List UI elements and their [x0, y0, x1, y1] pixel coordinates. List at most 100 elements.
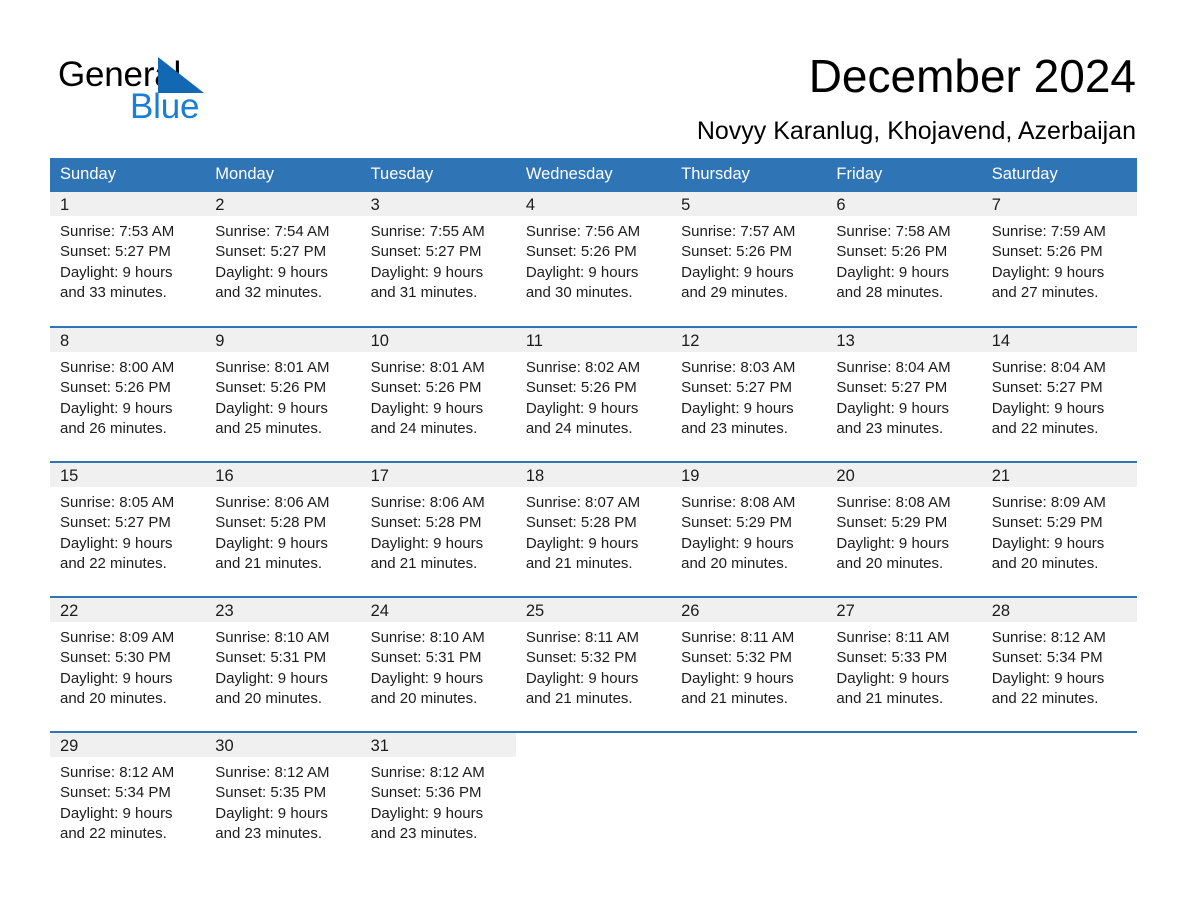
day-cell[interactable]: 12 Sunrise: 8:03 AM Sunset: 5:27 PM Dayligh…: [671, 328, 827, 461]
day-cell-empty: [826, 733, 982, 866]
day-details: Sunrise: 7:55 AM Sunset: 5:27 PM Daylight:…: [361, 216, 516, 303]
day-cell[interactable]: 18 Sunrise: 8:07 AM Sunset: 5:28 PM Dayligh…: [515, 463, 672, 596]
day-cell[interactable]: 14 Sunrise: 8:04 AM Sunset: 5:27 PM Dayligh…: [981, 328, 1137, 461]
sunset-text: Sunset: 5:26 PM: [525, 243, 637, 261]
daylight-text-line1: Daylight: 9 hours: [991, 263, 1105, 281]
sunrise-text: Sunrise: 7:53 AM: [60, 223, 175, 240]
sunrise-text: Sunrise: 8:12 AM: [370, 764, 485, 781]
logo-text-blue: Blue: [130, 87, 200, 126]
calendar-cell: 25 Sunrise: 8:11 AM Sunset: 5:32 PM Dayligh…: [515, 596, 672, 732]
sunrise-text: Sunrise: 8:00 AM: [60, 359, 175, 376]
day-number: 26: [671, 598, 827, 622]
day-cell[interactable]: 19 Sunrise: 8:08 AM Sunset: 5:29 PM Dayligh…: [671, 463, 827, 596]
daylight-text-line2: and 25 minutes.: [215, 419, 323, 437]
daylight-text-line1: Daylight: 9 hours: [370, 263, 484, 281]
day-cell[interactable]: 28 Sunrise: 8:12 AM Sunset: 5:34 PM Dayligh…: [981, 598, 1137, 731]
calendar-cell: [981, 731, 1137, 867]
weekday-header-sunday: Sunday: [50, 158, 206, 192]
day-cell[interactable]: 8 Sunrise: 8:00 AM Sunset: 5:26 PM Daylight…: [50, 328, 206, 461]
day-cell[interactable]: 7 Sunrise: 7:59 AM Sunset: 5:26 PM Daylight…: [981, 192, 1137, 325]
daylight-text-line2: and 21 minutes.: [836, 689, 944, 707]
sunrise-text: Sunrise: 8:04 AM: [836, 359, 951, 376]
day-cell[interactable]: 9 Sunrise: 8:01 AM Sunset: 5:26 PM Daylight…: [205, 328, 361, 461]
weekday-header-thursday: Thursday: [671, 158, 827, 192]
calendar-cell: 9 Sunrise: 8:01 AM Sunset: 5:26 PM Daylight…: [205, 326, 361, 462]
day-cell[interactable]: 21 Sunrise: 8:09 AM Sunset: 5:29 PM Dayligh…: [981, 463, 1137, 596]
calendar-cell: 27 Sunrise: 8:11 AM Sunset: 5:33 PM Dayligh…: [826, 596, 982, 732]
calendar-cell: 24 Sunrise: 8:10 AM Sunset: 5:31 PM Dayligh…: [360, 596, 516, 732]
day-cell[interactable]: 23 Sunrise: 8:10 AM Sunset: 5:31 PM Dayligh…: [205, 598, 361, 731]
day-cell[interactable]: 13 Sunrise: 8:04 AM Sunset: 5:27 PM Dayligh…: [826, 328, 982, 461]
calendar-week-row: 22 Sunrise: 8:09 AM Sunset: 5:30 PM Dayligh…: [50, 596, 1137, 732]
day-number: 22: [50, 598, 206, 622]
sunrise-text: Sunrise: 8:06 AM: [215, 494, 330, 511]
day-number: 13: [826, 328, 982, 352]
calendar-week-row: 15 Sunrise: 8:05 AM Sunset: 5:27 PM Dayligh…: [50, 461, 1137, 597]
daylight-text-line2: and 21 minutes.: [525, 554, 633, 572]
daylight-text-line2: and 20 minutes.: [991, 554, 1099, 572]
day-cell[interactable]: 11 Sunrise: 8:02 AM Sunset: 5:26 PM Dayligh…: [515, 328, 672, 461]
daylight-text-line2: and 23 minutes.: [215, 824, 323, 842]
day-details: [671, 757, 826, 763]
sunset-text: Sunset: 5:29 PM: [836, 514, 948, 532]
day-cell[interactable]: 24 Sunrise: 8:10 AM Sunset: 5:31 PM Dayligh…: [360, 598, 516, 731]
calendar-cell: 16 Sunrise: 8:06 AM Sunset: 5:28 PM Dayligh…: [205, 461, 361, 597]
day-cell[interactable]: 20 Sunrise: 8:08 AM Sunset: 5:29 PM Dayligh…: [826, 463, 982, 596]
daylight-text-line2: and 29 minutes.: [681, 283, 788, 301]
day-cell[interactable]: 3 Sunrise: 7:55 AM Sunset: 5:27 PM Daylight…: [360, 192, 516, 325]
day-cell[interactable]: 10 Sunrise: 8:01 AM Sunset: 5:26 PM Dayligh…: [360, 328, 516, 461]
day-details: Sunrise: 8:04 AM Sunset: 5:27 PM Daylight:…: [982, 352, 1137, 439]
sunset-text: Sunset: 5:33 PM: [836, 649, 948, 667]
sunset-text: Sunset: 5:35 PM: [215, 784, 327, 802]
day-details: Sunrise: 8:12 AM Sunset: 5:34 PM Daylight:…: [982, 622, 1137, 709]
daylight-text-line2: and 33 minutes.: [60, 283, 167, 301]
day-cell[interactable]: 6 Sunrise: 7:58 AM Sunset: 5:26 PM Daylight…: [826, 192, 982, 325]
day-cell[interactable]: 22 Sunrise: 8:09 AM Sunset: 5:30 PM Dayligh…: [50, 598, 206, 731]
day-cell[interactable]: 29 Sunrise: 8:12 AM Sunset: 5:34 PM Dayligh…: [50, 733, 206, 866]
daylight-text-line1: Daylight: 9 hours: [991, 534, 1105, 552]
day-cell-empty: [515, 733, 672, 866]
day-cell[interactable]: 25 Sunrise: 8:11 AM Sunset: 5:32 PM Dayligh…: [515, 598, 672, 731]
sunrise-text: Sunrise: 7:54 AM: [215, 223, 330, 240]
sunrise-text: Sunrise: 7:58 AM: [836, 223, 951, 240]
daylight-text-line2: and 31 minutes.: [370, 283, 478, 301]
day-cell[interactable]: 15 Sunrise: 8:05 AM Sunset: 5:27 PM Dayligh…: [50, 463, 206, 596]
sunrise-text: Sunrise: 8:12 AM: [215, 764, 330, 781]
day-details: Sunrise: 8:09 AM Sunset: 5:30 PM Daylight:…: [50, 622, 205, 709]
day-details: Sunrise: 8:06 AM Sunset: 5:28 PM Daylight:…: [361, 487, 516, 574]
calendar-cell: 31 Sunrise: 8:12 AM Sunset: 5:36 PM Dayligh…: [360, 731, 516, 867]
day-details: Sunrise: 8:12 AM Sunset: 5:34 PM Daylight:…: [50, 757, 205, 844]
sunrise-text: Sunrise: 8:10 AM: [215, 629, 330, 646]
day-cell[interactable]: 30 Sunrise: 8:12 AM Sunset: 5:35 PM Dayligh…: [205, 733, 361, 866]
day-details: Sunrise: 8:11 AM Sunset: 5:33 PM Daylight:…: [826, 622, 981, 709]
sunrise-text: Sunrise: 8:03 AM: [681, 359, 796, 376]
day-cell[interactable]: 27 Sunrise: 8:11 AM Sunset: 5:33 PM Dayligh…: [826, 598, 982, 731]
day-cell[interactable]: 1 Sunrise: 7:53 AM Sunset: 5:27 PM Daylight…: [50, 192, 206, 325]
day-details: Sunrise: 7:58 AM Sunset: 5:26 PM Daylight:…: [826, 216, 981, 303]
daylight-text-line2: and 28 minutes.: [836, 283, 944, 301]
sunset-text: Sunset: 5:28 PM: [215, 514, 327, 532]
weekday-header-friday: Friday: [826, 158, 982, 192]
sunset-text: Sunset: 5:34 PM: [991, 649, 1103, 667]
day-cell[interactable]: 16 Sunrise: 8:06 AM Sunset: 5:28 PM Dayligh…: [205, 463, 361, 596]
calendar-cell: 28 Sunrise: 8:12 AM Sunset: 5:34 PM Dayligh…: [981, 596, 1137, 732]
calendar-cell: 6 Sunrise: 7:58 AM Sunset: 5:26 PM Daylight…: [826, 192, 982, 327]
day-details: Sunrise: 8:12 AM Sunset: 5:35 PM Daylight:…: [205, 757, 360, 844]
day-cell[interactable]: 4 Sunrise: 7:56 AM Sunset: 5:26 PM Daylight…: [515, 192, 672, 325]
sunset-text: Sunset: 5:32 PM: [681, 649, 793, 667]
day-number: 23: [205, 598, 361, 622]
weekday-header-wednesday: Wednesday: [515, 158, 672, 192]
day-cell[interactable]: 2 Sunrise: 7:54 AM Sunset: 5:27 PM Daylight…: [205, 192, 361, 325]
day-cell[interactable]: 5 Sunrise: 7:57 AM Sunset: 5:26 PM Daylight…: [671, 192, 827, 325]
day-cell[interactable]: 31 Sunrise: 8:12 AM Sunset: 5:36 PM Dayligh…: [360, 733, 516, 866]
title-block: December 2024 Novyy Karanlug, Khojavend,…: [697, 48, 1136, 148]
day-number: 2: [205, 192, 361, 216]
calendar-cell: 8 Sunrise: 8:00 AM Sunset: 5:26 PM Daylight…: [50, 326, 206, 462]
daylight-text-line2: and 20 minutes.: [836, 554, 944, 572]
generalblue-logo[interactable]: General Blue: [58, 55, 318, 126]
calendar-cell: 2 Sunrise: 7:54 AM Sunset: 5:27 PM Daylight…: [205, 192, 361, 327]
day-cell[interactable]: 17 Sunrise: 8:06 AM Sunset: 5:28 PM Dayligh…: [360, 463, 516, 596]
day-cell[interactable]: 26 Sunrise: 8:11 AM Sunset: 5:32 PM Dayligh…: [671, 598, 827, 731]
daylight-text-line1: Daylight: 9 hours: [525, 399, 639, 417]
sunrise-text: Sunrise: 8:06 AM: [370, 494, 485, 511]
